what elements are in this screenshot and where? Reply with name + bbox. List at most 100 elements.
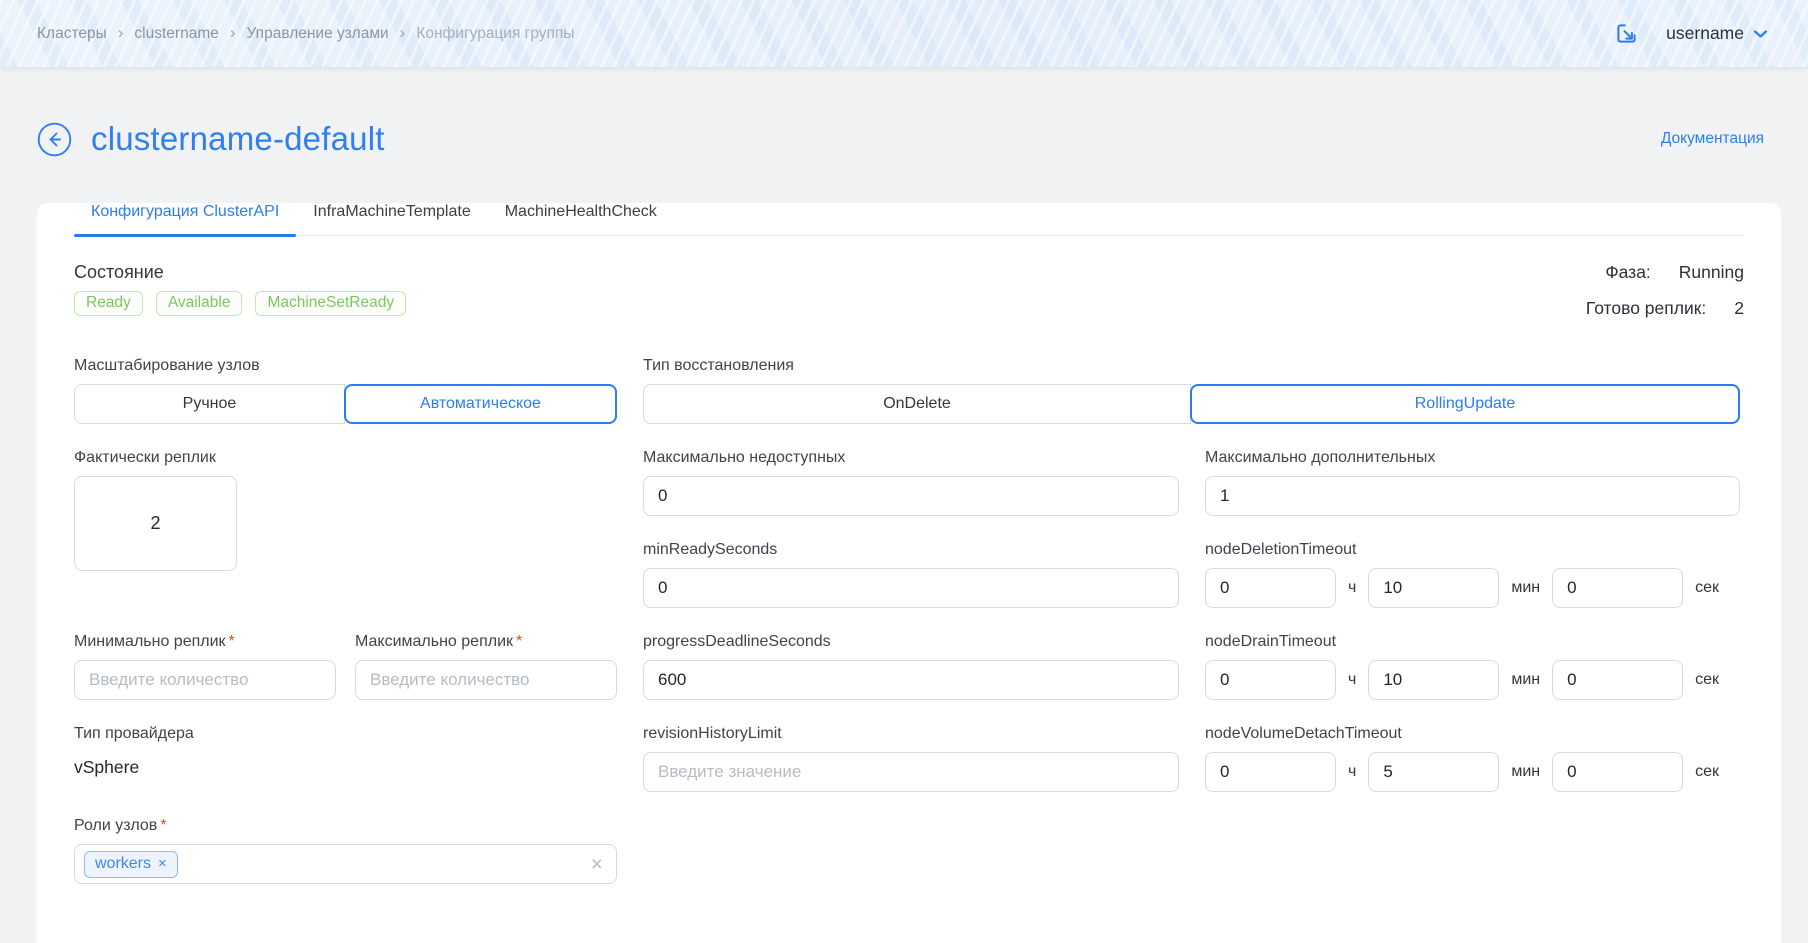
field-max-replicas: Максимально реплик* <box>355 633 617 700</box>
scaling-option-manual[interactable]: Ручное <box>74 384 345 424</box>
config-card: Конфигурация ClusterAPI InfraMachineTemp… <box>37 203 1781 943</box>
field-max-unavailable: Максимально недоступных <box>643 449 1179 516</box>
actual-replicas-label: Фактически реплик <box>74 449 617 467</box>
field-nodedeletiontimeout: nodeDeletionTimeout ч мин сек <box>1205 541 1740 608</box>
field-nodedraintimeout: nodeDrainTimeout ч мин сек <box>1205 633 1740 700</box>
minutes-unit-label: мин <box>1511 579 1540 597</box>
status-badge-machinesetready: MachineSetReady <box>255 291 406 316</box>
breadcrumb: Кластеры › clustername › Управление узла… <box>37 25 574 43</box>
max-replicas-label: Максимально реплик* <box>355 633 617 651</box>
field-nodevolumedetachtimeout: nodeVolumeDetachTimeout ч мин сек <box>1205 725 1740 792</box>
node-roles-multiselect[interactable]: workers × × <box>74 844 617 884</box>
provider-type-value: vSphere <box>74 757 617 778</box>
breadcrumb-separator-icon: › <box>118 24 124 41</box>
nodevolumedetachtimeout-minutes-input[interactable] <box>1368 752 1499 792</box>
revisionhistorylimit-label: revisionHistoryLimit <box>643 725 1179 743</box>
hours-unit-label: ч <box>1348 579 1356 597</box>
min-replicas-label: Минимально реплик* <box>74 633 336 651</box>
tab-inframachinetemplate[interactable]: InfraMachineTemplate <box>296 203 487 235</box>
hours-unit-label: ч <box>1348 671 1356 689</box>
nodedeletiontimeout-minutes-input[interactable] <box>1368 568 1499 608</box>
tag-remove-icon[interactable]: × <box>158 856 167 871</box>
required-asterisk: * <box>516 633 522 650</box>
phase-value: Running <box>1679 262 1744 282</box>
nodedraintimeout-hours-input[interactable] <box>1205 660 1336 700</box>
ready-replicas-line: Готово реплик: 2 <box>1586 298 1744 319</box>
max-unavailable-input[interactable] <box>643 476 1179 516</box>
nodedraintimeout-minutes-input[interactable] <box>1368 660 1499 700</box>
minutes-unit-label: мин <box>1511 763 1540 781</box>
node-role-tag-workers: workers × <box>84 851 178 878</box>
field-node-scaling: Масштабирование узлов Ручное Автоматичес… <box>74 357 617 424</box>
minutes-unit-label: мин <box>1511 671 1540 689</box>
actual-replicas-value: 2 <box>74 476 237 571</box>
breadcrumb-separator-icon: › <box>230 24 236 41</box>
recovery-option-rollingupdate[interactable]: RollingUpdate <box>1190 384 1740 424</box>
required-asterisk: * <box>160 817 166 834</box>
ready-replicas-value: 2 <box>1734 298 1744 318</box>
field-progressdeadlineseconds: progressDeadlineSeconds <box>643 633 1179 700</box>
required-asterisk: * <box>229 633 235 650</box>
max-additional-input[interactable] <box>1205 476 1740 516</box>
user-menu[interactable]: username <box>1666 23 1768 44</box>
username-label: username <box>1666 23 1744 44</box>
seconds-unit-label: сек <box>1695 579 1719 597</box>
node-roles-label: Роли узлов* <box>74 817 617 835</box>
scaling-option-automatic[interactable]: Автоматическое <box>344 384 617 424</box>
nodevolumedetachtimeout-seconds-input[interactable] <box>1552 752 1683 792</box>
status-badge-ready: Ready <box>74 291 143 316</box>
tab-machinehealthcheck[interactable]: MachineHealthCheck <box>488 203 674 235</box>
status-section: Состояние Ready Available MachineSetRead… <box>74 262 1744 334</box>
page-title: clustername-default <box>91 120 385 158</box>
recovery-type-label: Тип восстановления <box>643 357 1740 375</box>
seconds-unit-label: сек <box>1695 763 1719 781</box>
nodevolumedetachtimeout-label: nodeVolumeDetachTimeout <box>1205 725 1740 743</box>
recovery-option-ondelete[interactable]: OnDelete <box>643 384 1191 424</box>
topbar: Кластеры › clustername › Управление узла… <box>0 0 1808 67</box>
field-max-additional: Максимально дополнительных <box>1205 449 1740 516</box>
tag-label: workers <box>95 855 151 873</box>
chevron-down-icon <box>1753 29 1768 39</box>
field-min-replicas: Минимально реплик* <box>74 633 336 700</box>
phase-line: Фаза: Running <box>1586 262 1744 283</box>
status-label: Состояние <box>74 262 406 283</box>
breadcrumb-group-config: Конфигурация группы <box>416 25 574 43</box>
status-badge-available: Available <box>156 291 243 316</box>
field-recovery-type: Тип восстановления OnDelete RollingUpdat… <box>643 357 1740 424</box>
minreadyseconds-input[interactable] <box>643 568 1179 608</box>
status-badges: Ready Available MachineSetReady <box>74 291 406 316</box>
breadcrumb-clusters[interactable]: Кластеры <box>37 25 107 43</box>
field-revisionhistorylimit: revisionHistoryLimit <box>643 725 1179 792</box>
tab-clusterapi-config[interactable]: Конфигурация ClusterAPI <box>74 203 296 235</box>
ready-replicas-label: Готово реплик: <box>1586 298 1706 318</box>
nodedeletiontimeout-seconds-input[interactable] <box>1552 568 1683 608</box>
nodedeletiontimeout-hours-input[interactable] <box>1205 568 1336 608</box>
phase-label: Фаза: <box>1605 262 1650 282</box>
minreadyseconds-label: minReadySeconds <box>643 541 1179 559</box>
field-replica-limits: Минимально реплик* Максимально реплик* <box>74 633 617 700</box>
documentation-link[interactable]: Документация <box>1661 130 1764 148</box>
clear-icon[interactable]: × <box>591 854 603 875</box>
title-row: clustername-default Документация <box>37 119 1764 159</box>
nodevolumedetachtimeout-hours-input[interactable] <box>1205 752 1336 792</box>
node-scaling-label: Масштабирование узлов <box>74 357 617 375</box>
field-actual-replicas: Фактически реплик 2 <box>74 449 617 571</box>
hours-unit-label: ч <box>1348 763 1356 781</box>
breadcrumb-clustername[interactable]: clustername <box>134 25 218 43</box>
export-icon[interactable] <box>1613 20 1640 47</box>
max-replicas-input[interactable] <box>355 660 617 700</box>
nodedeletiontimeout-label: nodeDeletionTimeout <box>1205 541 1740 559</box>
min-replicas-input[interactable] <box>74 660 336 700</box>
nodedraintimeout-label: nodeDrainTimeout <box>1205 633 1740 651</box>
tab-bar: Конфигурация ClusterAPI InfraMachineTemp… <box>74 203 1744 236</box>
nodedraintimeout-seconds-input[interactable] <box>1552 660 1683 700</box>
revisionhistorylimit-input[interactable] <box>643 752 1179 792</box>
breadcrumb-separator-icon: › <box>400 24 406 41</box>
node-scaling-toggle: Ручное Автоматическое <box>74 384 617 424</box>
field-node-roles: Роли узлов* workers × × <box>74 817 617 884</box>
breadcrumb-node-management[interactable]: Управление узлами <box>247 25 389 43</box>
seconds-unit-label: сек <box>1695 671 1719 689</box>
back-button[interactable] <box>37 122 72 157</box>
progressdeadlineseconds-input[interactable] <box>643 660 1179 700</box>
recovery-type-toggle: OnDelete RollingUpdate <box>643 384 1740 424</box>
